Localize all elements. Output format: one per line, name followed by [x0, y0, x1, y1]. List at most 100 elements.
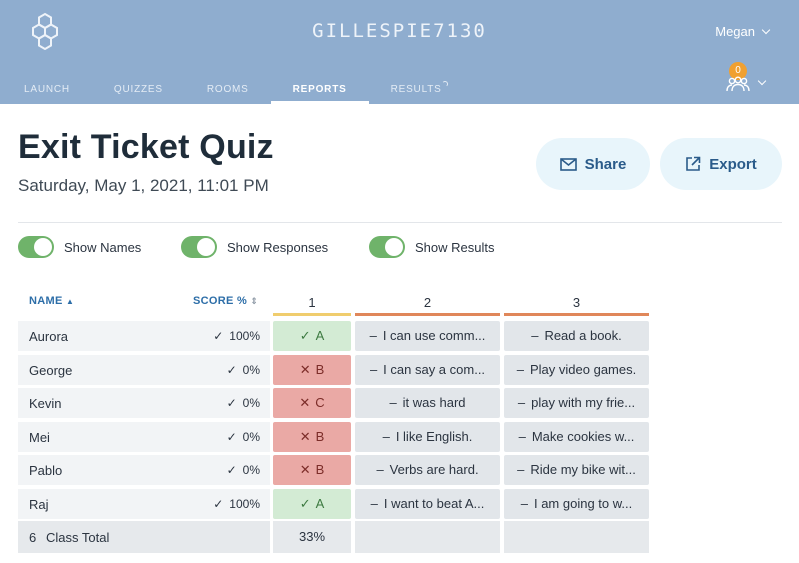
answer-value: Play video games.: [530, 362, 637, 377]
dash-icon: –: [382, 429, 390, 444]
sort-up-icon: ▲: [65, 297, 75, 306]
toggle-switch[interactable]: [369, 236, 405, 258]
answer-value: I want to beat A...: [383, 496, 485, 511]
cross-icon: ✕: [299, 395, 311, 410]
answer-cell-q3[interactable]: – Play video games.: [504, 355, 649, 385]
answer-cell-q3[interactable]: – play with my frie...: [504, 388, 649, 418]
dash-icon: –: [376, 462, 384, 477]
student-name[interactable]: Kevin: [29, 396, 62, 411]
cross-icon: ✕: [299, 462, 311, 477]
dash-icon: –: [531, 328, 539, 343]
answer-cell-q3[interactable]: – I am going to w...: [504, 489, 649, 519]
student-name[interactable]: Pablo: [29, 463, 62, 478]
sort-icon: ⇕: [250, 296, 259, 306]
export-label: Export: [709, 155, 757, 173]
answer-cell-q3[interactable]: – Make cookies w...: [504, 422, 649, 452]
report-date: Saturday, May 1, 2021, 11:01 PM: [18, 176, 269, 195]
dash-icon: –: [516, 362, 524, 377]
question-2-bar: [355, 313, 500, 316]
user-name: Megan: [715, 24, 755, 39]
nav-reports[interactable]: REPORTS: [270, 82, 369, 104]
answer-value: Make cookies w...: [531, 429, 635, 444]
total-q2: [355, 521, 500, 553]
answer-value: B: [315, 429, 325, 444]
answer-cell-q3[interactable]: – Ride my bike wit...: [504, 455, 649, 485]
answer-cell-q2[interactable]: – it was hard: [355, 388, 500, 418]
answer-value: Verbs are hard.: [389, 462, 479, 477]
answer-value: C: [315, 395, 325, 410]
answer-cell-q2[interactable]: – I can use comm...: [355, 321, 500, 351]
answer-value: play with my frie...: [531, 395, 636, 410]
dash-icon: –: [517, 395, 526, 410]
question-1-bar: [273, 313, 351, 316]
name-header-label: NAME: [29, 295, 63, 307]
student-name[interactable]: Raj: [29, 497, 49, 512]
score-value: 0%: [242, 463, 260, 477]
toggle-label: Show Responses: [227, 239, 329, 255]
toggle-switch[interactable]: [181, 236, 217, 258]
export-button[interactable]: Export: [660, 138, 782, 190]
toggle-show-results[interactable]: Show Results: [369, 236, 494, 258]
answer-cell-q3[interactable]: – Read a book.: [504, 321, 649, 351]
question-header-3[interactable]: 3: [504, 295, 649, 310]
check-icon: ✓: [226, 363, 237, 377]
score-header-label: SCORE %: [193, 295, 248, 307]
toggle-show-names[interactable]: Show Names: [18, 236, 141, 258]
student-score: ✓ 100%: [170, 497, 260, 511]
dash-icon: –: [517, 462, 525, 477]
toggle-switch[interactable]: [18, 236, 54, 258]
answer-value: it was hard: [402, 395, 466, 410]
answer-value: A: [315, 328, 325, 343]
question-header-1[interactable]: 1: [273, 295, 351, 310]
answer-cell-q1[interactable]: ✓ A: [273, 321, 351, 351]
answer-cell-q2[interactable]: – I want to beat A...: [355, 489, 500, 519]
share-label: Share: [584, 155, 627, 173]
check-icon: ✓: [299, 496, 311, 511]
nav-rooms[interactable]: ROOMS: [185, 82, 271, 104]
check-icon: ✓: [226, 463, 237, 477]
page-title: Exit Ticket Quiz: [18, 128, 274, 166]
chevron-down-icon: [757, 76, 767, 86]
answer-cell-q2[interactable]: – I like English.: [355, 422, 500, 452]
student-name[interactable]: George: [29, 363, 72, 378]
toggle-show-responses[interactable]: Show Responses: [181, 236, 328, 258]
dash-icon: –: [520, 496, 528, 511]
answer-cell-q2[interactable]: – I can say a com...: [355, 355, 500, 385]
envelope-icon: [559, 157, 577, 171]
share-button[interactable]: Share: [536, 138, 650, 190]
check-icon: ✓: [213, 329, 224, 343]
cross-icon: ✕: [299, 429, 311, 444]
check-icon: ✓: [226, 396, 237, 410]
answer-cell-q1[interactable]: ✕ B: [273, 355, 351, 385]
nav-results[interactable]: RESULTS: [369, 81, 464, 104]
check-icon: ✓: [299, 328, 311, 343]
external-link-icon: [686, 156, 701, 171]
answer-cell-q1[interactable]: ✓ A: [273, 489, 351, 519]
rooms-menu[interactable]: 0: [725, 62, 769, 94]
divider: [18, 222, 782, 223]
main-nav: LAUNCH QUIZZES ROOMS REPORTS RESULTS: [0, 81, 464, 104]
student-name[interactable]: Aurora: [29, 329, 68, 344]
chevron-down-icon: [761, 25, 771, 34]
score-column-header[interactable]: SCORE % ⇕: [193, 295, 258, 307]
toggle-label: Show Results: [415, 239, 495, 255]
answer-cell-q2[interactable]: – Verbs are hard.: [355, 455, 500, 485]
name-column-header[interactable]: NAME ▲: [29, 295, 74, 307]
answer-cell-q1[interactable]: ✕ B: [273, 422, 351, 452]
answer-value: A: [315, 496, 325, 511]
top-navigation-bar: GILLESPIE7130 Megan LAUNCH QUIZZES ROOMS…: [0, 0, 799, 104]
dash-icon: –: [518, 429, 526, 444]
nav-results-label: RESULTS: [390, 84, 442, 95]
answer-value: Read a book.: [544, 328, 622, 343]
user-menu[interactable]: Megan: [715, 24, 771, 39]
nav-quizzes[interactable]: QUIZZES: [92, 82, 185, 104]
student-name[interactable]: Mei: [29, 430, 50, 445]
nav-launch[interactable]: LAUNCH: [0, 82, 92, 104]
score-value: 0%: [242, 430, 260, 444]
answer-value: I like English.: [395, 429, 473, 444]
student-score: ✓ 100%: [170, 329, 260, 343]
question-header-2[interactable]: 2: [355, 295, 500, 310]
answer-cell-q1[interactable]: ✕ B: [273, 455, 351, 485]
answer-value: B: [315, 362, 325, 377]
answer-cell-q1[interactable]: ✕ C: [273, 388, 351, 418]
